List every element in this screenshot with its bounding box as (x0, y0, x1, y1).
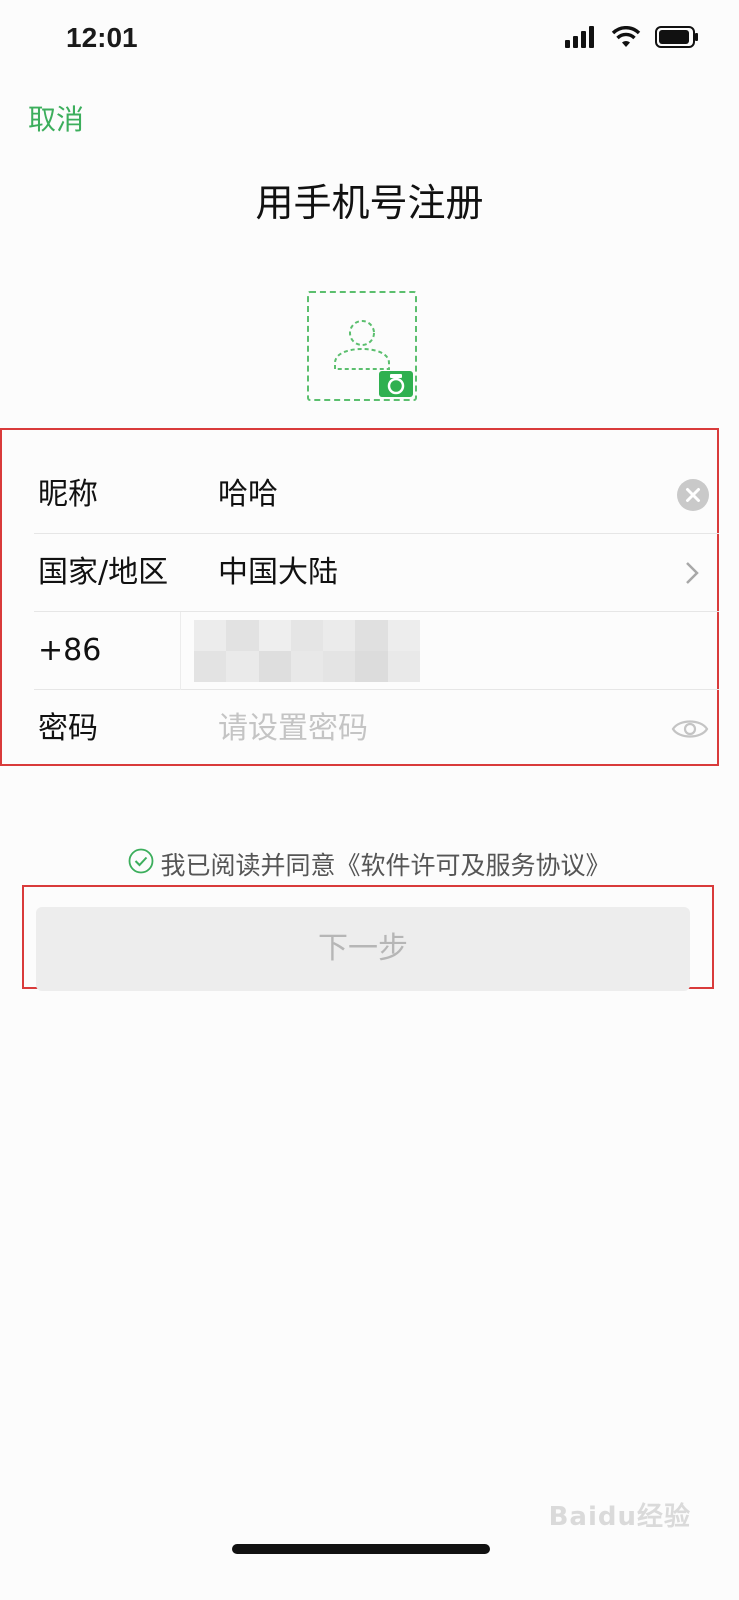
status-bar: 12:01 (0, 0, 739, 80)
chevron-right-icon (685, 561, 699, 589)
nickname-row[interactable]: 昵称 哈哈 (34, 456, 719, 534)
next-button-highlight: 下一步 (22, 885, 714, 991)
avatar-upload-button[interactable] (307, 291, 417, 401)
registration-form: 昵称 哈哈 国家/地区 中国大陆 +86 密码 请设置密码 (0, 428, 719, 766)
status-time: 12:01 (66, 22, 138, 53)
agreement-row[interactable]: 我已阅读并同意《软件许可及服务协议》 (0, 846, 739, 882)
watermark: Baidu经验 (548, 1502, 691, 1532)
password-input[interactable]: 请设置密码 (218, 690, 368, 768)
region-label: 国家/地区 (38, 555, 169, 590)
phone-input[interactable] (194, 620, 420, 682)
nickname-label: 昵称 (38, 477, 98, 512)
phone-row: +86 (34, 612, 719, 690)
nickname-input[interactable]: 哈哈 (218, 456, 278, 534)
home-indicator[interactable] (232, 1544, 490, 1554)
password-row[interactable]: 密码 请设置密码 (34, 690, 719, 768)
eye-icon[interactable] (671, 716, 709, 746)
phone-country-code: +86 (38, 633, 102, 668)
region-row[interactable]: 国家/地区 中国大陆 (34, 534, 719, 612)
clear-icon[interactable] (677, 479, 709, 515)
password-label: 密码 (38, 711, 98, 746)
next-button[interactable]: 下一步 (36, 907, 690, 991)
battery-icon (655, 26, 699, 52)
wifi-icon (611, 26, 641, 52)
camera-icon (379, 371, 413, 397)
status-icons (565, 26, 699, 52)
page-title: 用手机号注册 (255, 181, 484, 225)
cellular-signal-icon (565, 26, 597, 52)
agreement-text: 我已阅读并同意《软件许可及服务协议》 (160, 851, 611, 880)
region-value: 中国大陆 (218, 555, 338, 590)
cancel-button[interactable]: 取消 (28, 98, 84, 138)
code-divider (180, 612, 181, 690)
check-circle-icon[interactable] (128, 848, 154, 880)
person-placeholder-icon (334, 320, 390, 370)
